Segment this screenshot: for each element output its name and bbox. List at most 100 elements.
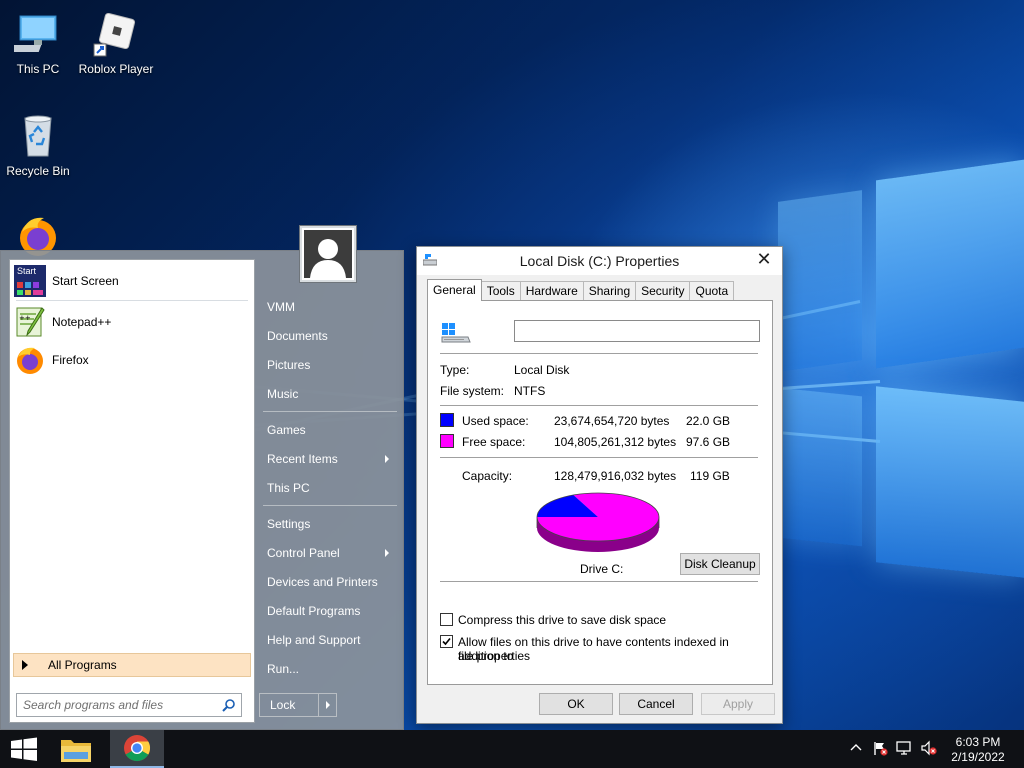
divider xyxy=(16,300,248,301)
start-menu-item-label: Notepad++ xyxy=(52,315,112,329)
lock-label: Lock xyxy=(270,698,296,712)
free-space-bytes: 104,805,261,312 bytes xyxy=(554,435,677,449)
apply-button[interactable]: Apply xyxy=(701,693,775,715)
start-menu: Start Start Screen ++ Notepad++ Firefox … xyxy=(0,250,404,730)
roblox-icon xyxy=(92,10,140,58)
user-account-picture[interactable] xyxy=(299,225,357,283)
svg-text:++: ++ xyxy=(19,314,31,322)
start-menu-link-devices-and-printers[interactable]: Devices and Printers xyxy=(259,571,397,593)
start-menu-search-input[interactable]: Search programs and files xyxy=(16,693,242,717)
start-menu-item-label: Start Screen xyxy=(52,274,119,288)
tab-quota[interactable]: Quota xyxy=(689,281,735,301)
tab-tools[interactable]: Tools xyxy=(480,281,521,301)
all-programs-button[interactable]: All Programs xyxy=(13,653,251,677)
start-menu-link-control-panel[interactable]: Control Panel xyxy=(259,542,397,564)
desktop-icon-recycle-bin[interactable]: Recycle Bin xyxy=(0,112,80,178)
link-label: Control Panel xyxy=(267,546,340,560)
disk-cleanup-button[interactable]: Disk Cleanup xyxy=(680,553,760,575)
dialog-titlebar[interactable]: Local Disk (C:) Properties ✕ xyxy=(417,247,782,275)
start-menu-link-games[interactable]: Games xyxy=(259,419,397,441)
disk-usage-pie-chart xyxy=(536,492,660,552)
link-label: Run... xyxy=(267,662,300,676)
capacity-label: Capacity: xyxy=(462,469,513,483)
chevron-up-icon[interactable] xyxy=(850,742,862,757)
divider xyxy=(440,353,758,354)
taskbar-file-explorer[interactable] xyxy=(56,730,96,768)
start-menu-programs-pane: Start Start Screen ++ Notepad++ Firefox … xyxy=(9,259,255,723)
link-label: This PC xyxy=(267,481,310,495)
free-space-label: Free space: xyxy=(462,435,526,449)
close-icon[interactable]: ✕ xyxy=(750,249,778,271)
start-menu-item-notepadpp[interactable]: ++ Notepad++ xyxy=(14,305,250,339)
link-label: VMM xyxy=(267,300,295,314)
link-label: Help and Support xyxy=(267,633,361,647)
start-menu-link-documents[interactable]: Documents xyxy=(259,325,397,347)
free-space-gb: 97.6 GB xyxy=(686,435,731,449)
start-menu-item-start-screen[interactable]: Start Start Screen xyxy=(14,264,250,298)
start-menu-item-firefox[interactable]: Firefox xyxy=(14,343,250,377)
volume-label-input[interactable] xyxy=(514,320,760,342)
start-button[interactable] xyxy=(0,730,48,768)
recycle-bin-icon xyxy=(14,112,62,160)
link-label: Pictures xyxy=(267,358,311,372)
all-programs-label: All Programs xyxy=(48,658,117,672)
chrome-icon xyxy=(124,735,151,762)
lock-button[interactable]: Lock xyxy=(259,693,337,717)
divider xyxy=(440,405,758,406)
start-menu-link-recent-items[interactable]: Recent Items xyxy=(259,448,397,470)
file-explorer-icon xyxy=(61,740,91,762)
start-tile-text: Start xyxy=(17,266,37,276)
submenu-arrow-icon xyxy=(385,455,389,463)
drive-caption: Drive C: xyxy=(580,562,624,576)
start-menu-link-help-and-support[interactable]: Help and Support xyxy=(259,629,397,651)
notepadpp-icon: ++ xyxy=(14,306,46,338)
this-pc-icon xyxy=(8,10,62,58)
start-menu-link-default-programs[interactable]: Default Programs xyxy=(259,600,397,622)
drive-icon xyxy=(440,321,472,348)
compress-drive-checkbox[interactable] xyxy=(440,613,453,626)
firefox-icon xyxy=(14,344,46,376)
ok-button[interactable]: OK xyxy=(539,693,613,715)
taskbar-chrome[interactable] xyxy=(110,730,164,768)
dialog-tabs: General Tools Hardware Sharing Security … xyxy=(427,279,735,301)
clock-date: 2/19/2022 xyxy=(951,750,1005,764)
tab-general[interactable]: General xyxy=(427,279,482,301)
start-menu-link-pictures[interactable]: Pictures xyxy=(259,354,397,376)
capacity-gb: 119 GB xyxy=(690,469,730,483)
start-menu-item-label: Firefox xyxy=(52,353,89,367)
divider xyxy=(440,457,758,458)
file-system-label: File system: xyxy=(440,384,505,398)
start-menu-link-this-pc[interactable]: This PC xyxy=(259,477,397,499)
start-menu-link-run[interactable]: Run... xyxy=(259,658,397,680)
divider xyxy=(263,505,397,506)
power-options-arrow-icon[interactable] xyxy=(326,701,330,709)
tab-security[interactable]: Security xyxy=(635,281,691,301)
link-label: Documents xyxy=(267,329,328,343)
link-label: Devices and Printers xyxy=(267,575,378,589)
start-menu-link-vmm[interactable]: VMM xyxy=(259,296,397,318)
taskbar-clock[interactable]: 6:03 PM 2/19/2022 xyxy=(948,735,1008,765)
cancel-button[interactable]: Cancel xyxy=(619,693,693,715)
local-disk-properties-dialog: Local Disk (C:) Properties ✕ General Too… xyxy=(416,246,783,724)
free-space-swatch xyxy=(440,434,454,448)
link-label: Settings xyxy=(267,517,311,531)
expand-arrow-icon xyxy=(22,660,28,670)
system-tray: 6:03 PM 2/19/2022 xyxy=(844,730,1024,768)
search-icon[interactable] xyxy=(222,698,236,715)
used-space-bytes: 23,674,654,720 bytes xyxy=(554,414,670,428)
start-menu-link-settings[interactable]: Settings xyxy=(259,513,397,535)
used-space-label: Used space: xyxy=(462,414,529,428)
link-label: Music xyxy=(267,387,299,401)
tab-sharing[interactable]: Sharing xyxy=(582,281,637,301)
tab-hardware[interactable]: Hardware xyxy=(519,281,584,301)
divider xyxy=(440,581,758,582)
desktop-icon-this-pc[interactable]: This PC xyxy=(0,10,80,76)
allow-indexing-checkbox[interactable] xyxy=(440,635,453,648)
desktop-icon-roblox-player[interactable]: Roblox Player xyxy=(74,10,158,76)
start-menu-link-music[interactable]: Music xyxy=(259,383,397,405)
type-value: Local Disk xyxy=(514,363,570,377)
action-center-flag-icon[interactable] xyxy=(872,740,888,759)
general-tab-panel: Type: Local Disk File system: NTFS Used … xyxy=(427,300,773,685)
volume-muted-icon[interactable] xyxy=(920,740,938,759)
network-icon[interactable] xyxy=(896,740,914,759)
